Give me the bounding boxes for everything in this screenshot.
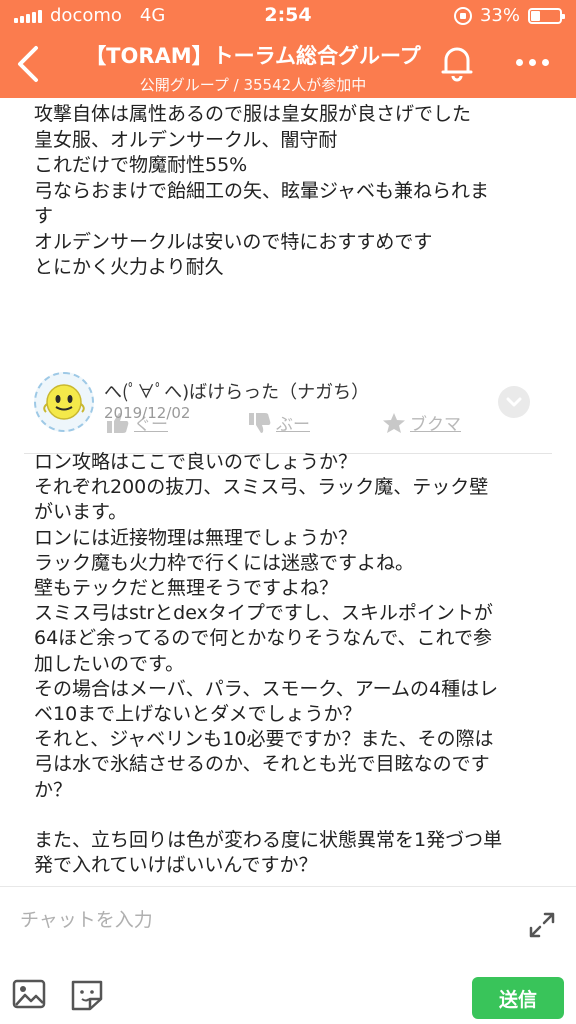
photo-button[interactable]	[12, 979, 46, 1009]
group-header[interactable]: 【TORAM】トーラム総合グループ 公開グループ / 35542人が参加中	[60, 40, 446, 95]
bookmark-button[interactable]: ブクマ	[382, 410, 461, 435]
avatar[interactable]	[34, 372, 94, 432]
notification-button[interactable]	[440, 44, 474, 82]
rotation-lock-icon	[453, 6, 472, 25]
bell-icon	[441, 47, 473, 82]
chevron-left-icon	[18, 46, 38, 82]
battery-level	[531, 10, 540, 21]
back-button[interactable]	[12, 44, 46, 84]
expand-input-button[interactable]	[528, 911, 556, 939]
status-bar: docomo 4G 2:54 33%	[0, 0, 576, 30]
expand-icon	[529, 912, 555, 938]
chat-input[interactable]	[20, 903, 500, 937]
group-subtitle: 公開グループ / 35542人が参加中	[139, 76, 367, 94]
avatar-image	[43, 384, 85, 420]
author-name[interactable]: へ(ﾟ∀ﾟへ)ばけらった（ナガち）	[104, 378, 369, 404]
previous-post-text: 攻撃自体は属性あるので服は皇女服が良さげでした 皇女服、オルデンサークル、闇守耐…	[34, 103, 490, 278]
boo-label: ぶー	[276, 415, 310, 435]
message-composer: 送信	[0, 886, 576, 1024]
thumbs-down-icon	[249, 412, 271, 433]
sticker-button[interactable]	[70, 979, 104, 1011]
send-button[interactable]: 送信	[472, 977, 564, 1019]
app-header: docomo 4G 2:54 33% 【TORAM】トーラム総合グループ 公開グ…	[0, 0, 576, 98]
post-text: ロン攻略はここで良いのでしょうか？ それぞれ200の抜刀、スミス弓、ラック魔、テ…	[34, 451, 503, 877]
image-icon	[12, 979, 46, 1009]
more-icon-dot	[516, 58, 523, 66]
battery-icon	[528, 7, 565, 24]
sticker-icon	[71, 980, 103, 1011]
post-date: 2019/12/02	[104, 404, 191, 422]
boo-button[interactable]: ぶー	[248, 410, 310, 435]
bookmark-label: ブクマ	[410, 415, 461, 435]
battery-percent: 33%	[479, 5, 520, 26]
post-menu-button[interactable]	[498, 386, 530, 418]
chevron-down-icon	[506, 397, 522, 407]
more-button[interactable]	[516, 52, 556, 72]
star-icon	[383, 412, 405, 433]
group-title: 【TORAM】トーラム総合グループ	[85, 44, 421, 68]
